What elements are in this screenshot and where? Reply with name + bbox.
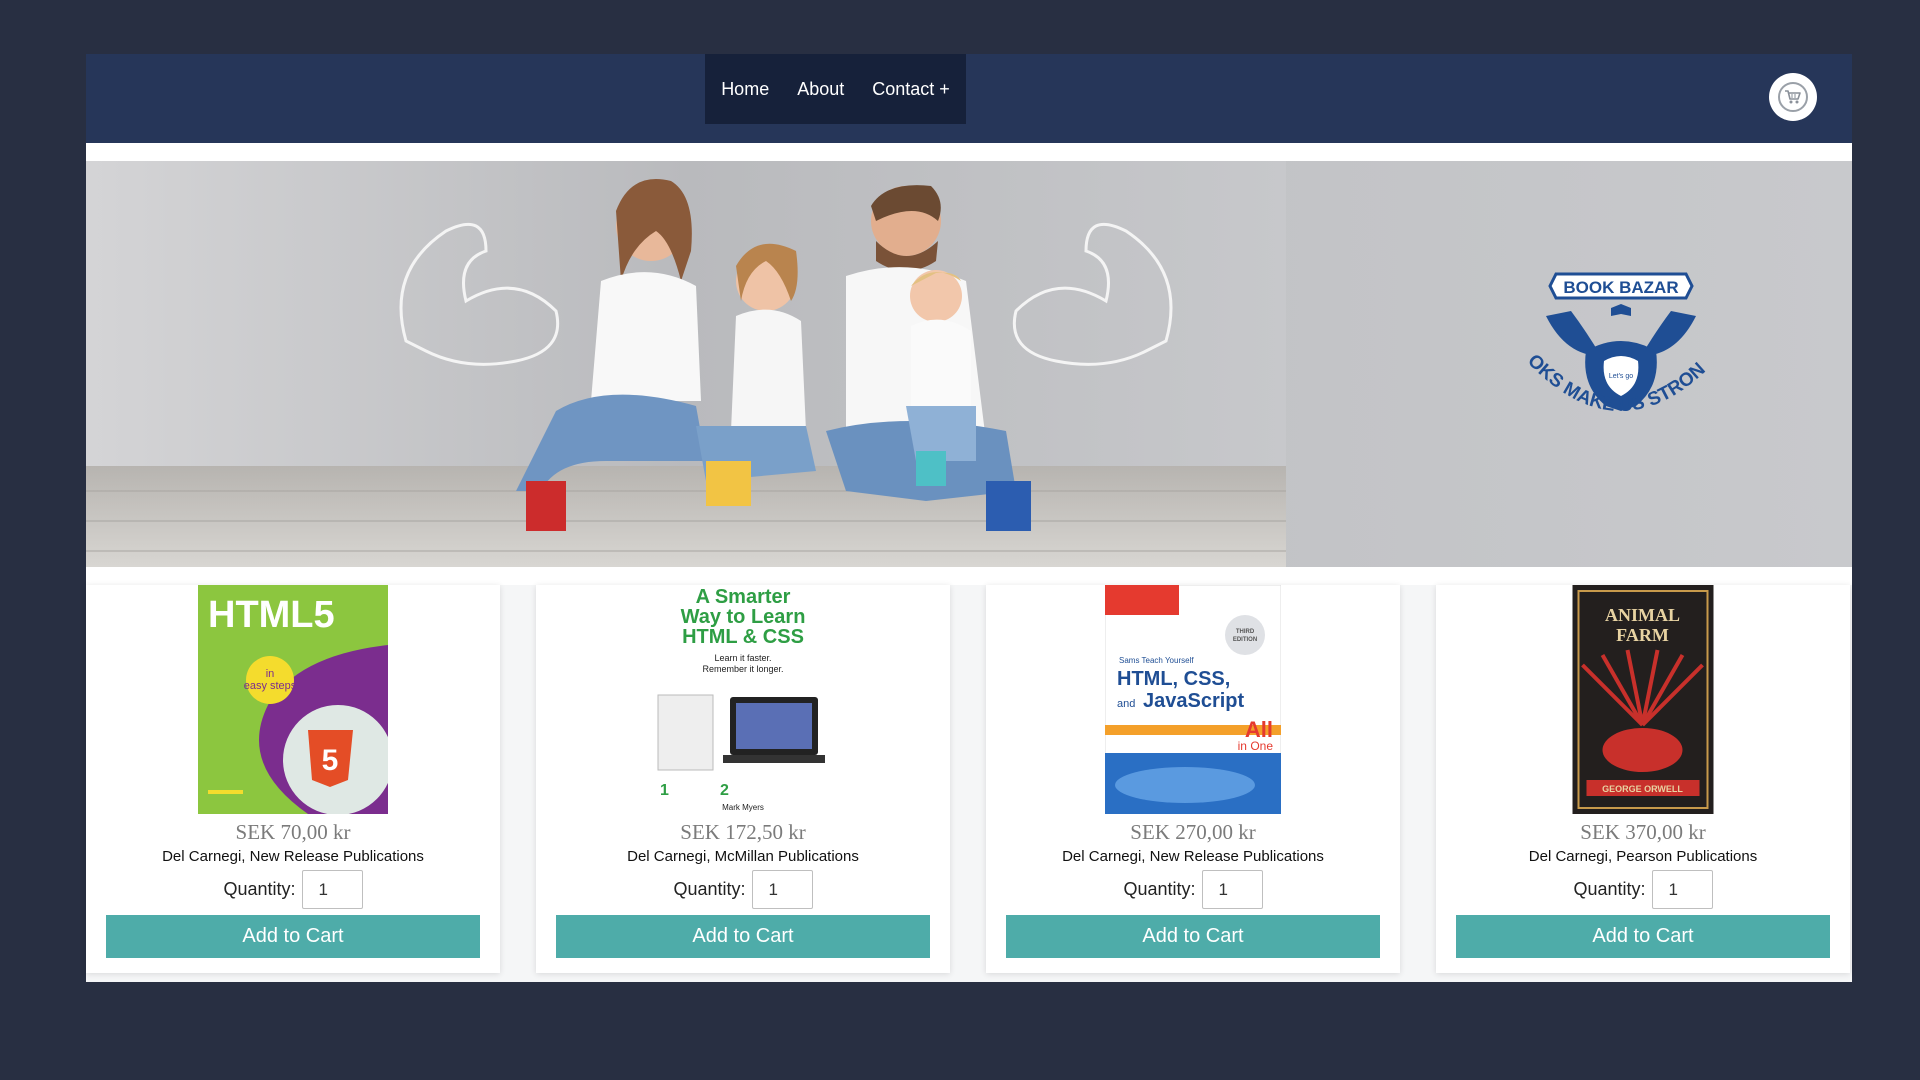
svg-text:in: in — [266, 668, 275, 680]
navbar: Home About Contact + — [86, 54, 1852, 143]
product-publisher: Del Carnegi, New Release Publications — [1062, 848, 1324, 865]
svg-text:ANIMAL: ANIMAL — [1605, 605, 1680, 625]
product-publisher: Del Carnegi, Pearson Publications — [1528, 848, 1758, 865]
quantity-row: Quantity: — [986, 870, 1400, 909]
svg-text:Mark Myers: Mark Myers — [722, 803, 764, 812]
app-frame: Home About Contact + BOOK BAZAR Let's go… — [86, 54, 1852, 982]
svg-text:FARM: FARM — [1616, 625, 1669, 645]
svg-text:in One: in One — [1238, 739, 1274, 753]
product-price: SEK 370,00 kr — [1580, 820, 1706, 844]
nav-home-link[interactable]: Home — [721, 79, 769, 100]
product-price: SEK 70,00 kr — [235, 820, 351, 844]
svg-text:1: 1 — [660, 782, 669, 799]
product-publisher: Del Carnegi, McMillan Publications — [627, 848, 859, 865]
family-hero-image — [86, 161, 1286, 567]
quantity-label: Quantity: — [223, 879, 296, 899]
svg-text:2: 2 — [720, 782, 729, 799]
product-card: A Smarter Way to Learn HTML & CSS Learn … — [536, 585, 950, 973]
svg-text:HTML & CSS: HTML & CSS — [682, 626, 804, 648]
quantity-row: Quantity: — [86, 870, 500, 909]
add-to-cart-button[interactable]: Add to Cart — [1456, 915, 1830, 958]
quantity-input[interactable] — [1201, 870, 1263, 909]
hero-banner: BOOK BAZAR Let's go BOOKS MAKE US STRONG… — [86, 161, 1852, 567]
quantity-row: Quantity: — [536, 870, 950, 909]
svg-text:HTML, CSS,: HTML, CSS, — [1117, 668, 1230, 690]
add-to-cart-button[interactable]: Add to Cart — [556, 915, 930, 958]
svg-text:A Smarter: A Smarter — [696, 586, 791, 608]
product-card: ANIMAL FARM GEORGE ORWELL SEK 370,00 kr … — [1436, 585, 1850, 973]
product-card: THIRD EDITION Sams Teach Yourself HTML, … — [986, 585, 1400, 973]
svg-text:Sams Teach Yourself: Sams Teach Yourself — [1119, 656, 1194, 665]
svg-text:THIRD: THIRD — [1236, 629, 1255, 635]
quantity-input[interactable] — [301, 870, 363, 909]
svg-text:Remember it longer.: Remember it longer. — [702, 664, 783, 674]
svg-text:BOOK BAZAR: BOOK BAZAR — [1563, 278, 1678, 297]
add-to-cart-button[interactable]: Add to Cart — [106, 915, 480, 958]
svg-text:and: and — [1117, 698, 1135, 710]
book-cover-html5: HTML5 in easy steps 5 — [198, 585, 388, 814]
nav-contact-link[interactable]: Contact + — [872, 79, 950, 100]
product-grid: HTML5 in easy steps 5 SEK 70,00 kr Del C… — [86, 585, 1852, 976]
cart-button[interactable] — [1769, 73, 1817, 121]
svg-text:Learn it faster.: Learn it faster. — [714, 653, 771, 663]
svg-text:easy steps: easy steps — [244, 680, 297, 692]
book-cover-html-css-js: THIRD EDITION Sams Teach Yourself HTML, … — [1105, 585, 1281, 814]
shopping-cart-icon — [1785, 90, 1801, 104]
svg-text:GEORGE ORWELL: GEORGE ORWELL — [1602, 784, 1683, 794]
svg-text:Way to Learn: Way to Learn — [681, 606, 806, 628]
product-publisher: Del Carnegi, New Release Publications — [162, 848, 424, 865]
quantity-input[interactable] — [1651, 870, 1713, 909]
hero-divider — [86, 567, 1852, 585]
nav-about-link[interactable]: About — [797, 79, 844, 100]
svg-text:HTML5: HTML5 — [208, 594, 335, 636]
quantity-label: Quantity: — [673, 879, 746, 899]
quantity-label: Quantity: — [1123, 879, 1196, 899]
header-divider — [86, 143, 1852, 161]
svg-text:Let's go: Let's go — [1609, 373, 1633, 380]
svg-text:EDITION: EDITION — [1233, 637, 1257, 643]
product-card: HTML5 in easy steps 5 SEK 70,00 kr Del C… — [86, 585, 500, 973]
svg-text:5: 5 — [322, 744, 339, 777]
book-bazar-logo: BOOK BAZAR Let's go BOOKS MAKE US STRONG… — [1516, 256, 1710, 416]
add-to-cart-button[interactable]: Add to Cart — [1006, 915, 1380, 958]
quantity-input[interactable] — [751, 870, 813, 909]
product-price: SEK 172,50 kr — [680, 820, 806, 844]
product-price: SEK 270,00 kr — [1130, 820, 1256, 844]
cart-icon-ring — [1778, 82, 1808, 112]
quantity-row: Quantity: — [1436, 870, 1850, 909]
quantity-label: Quantity: — [1573, 879, 1646, 899]
nav-menu: Home About Contact + — [705, 54, 966, 124]
svg-text:JavaScript: JavaScript — [1143, 690, 1245, 712]
book-cover-animal-farm: ANIMAL FARM GEORGE ORWELL — [1572, 585, 1714, 814]
book-cover-smarter-way: A Smarter Way to Learn HTML & CSS Learn … — [648, 585, 838, 814]
